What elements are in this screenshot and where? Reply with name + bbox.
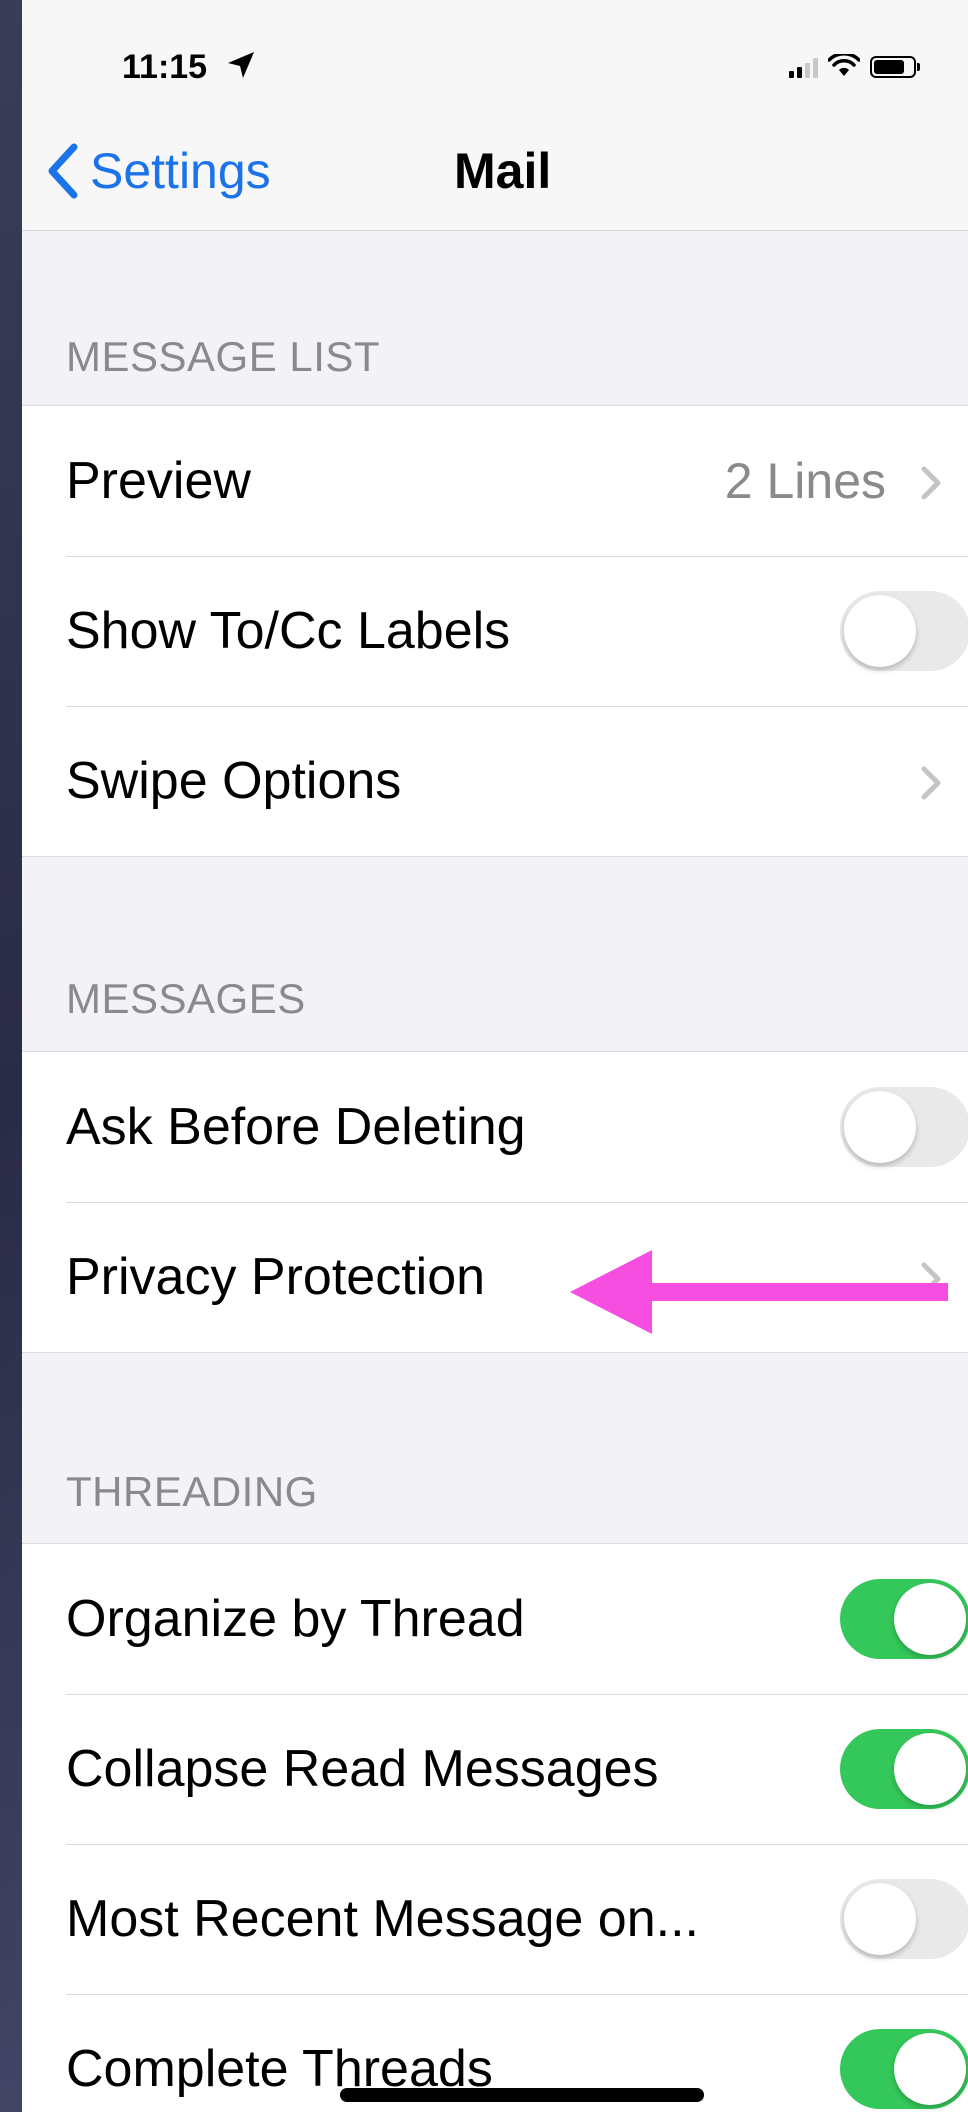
swipe-options-row[interactable]: Swipe Options [22, 706, 968, 856]
ask-before-deleting-row: Ask Before Deleting [22, 1052, 968, 1202]
annotation-arrow-icon [570, 1250, 948, 1334]
navigation-bar: Settings Mail [22, 120, 968, 231]
organize-by-thread-toggle[interactable] [840, 1579, 968, 1659]
section-header-messages: MESSAGES [66, 975, 306, 1022]
home-indicator [340, 2088, 704, 2102]
chevron-right-icon [921, 766, 941, 800]
signal-icon [789, 58, 818, 78]
organize-by-thread-label: Organize by Thread [66, 1590, 525, 1648]
complete-threads-toggle[interactable] [840, 2029, 968, 2109]
chevron-left-icon [48, 143, 78, 199]
organize-by-thread-row: Organize by Thread [22, 1544, 968, 1694]
show-to-cc-toggle[interactable] [840, 591, 968, 671]
collapse-read-messages-row: Collapse Read Messages [22, 1694, 968, 1844]
most-recent-message-toggle[interactable] [840, 1879, 968, 1959]
most-recent-message-row: Most Recent Message on... [22, 1844, 968, 1994]
threading-group: Organize by Thread Collapse Read Message… [22, 1543, 968, 2112]
section-header-threading: THREADING [66, 1468, 318, 1515]
message-list-group: Preview 2 Lines Show To/Cc Labels Swipe … [22, 405, 968, 857]
battery-icon [870, 56, 920, 78]
show-to-cc-row: Show To/Cc Labels [22, 556, 968, 706]
preview-label: Preview [66, 452, 251, 510]
wifi-icon [828, 54, 860, 76]
back-button[interactable]: Settings [42, 138, 271, 204]
phone-screen: 11:15 Settings Mail MESSAGE LIST Preview… [22, 0, 968, 2112]
preview-value: 2 Lines [724, 453, 886, 509]
ask-before-deleting-label: Ask Before Deleting [66, 1098, 526, 1156]
show-to-cc-label: Show To/Cc Labels [66, 602, 511, 660]
collapse-read-messages-label: Collapse Read Messages [66, 1740, 659, 1798]
collapse-read-messages-toggle[interactable] [840, 1729, 968, 1809]
section-header-message-list: MESSAGE LIST [66, 333, 381, 380]
preview-row[interactable]: Preview 2 Lines [22, 406, 968, 556]
ask-before-deleting-toggle[interactable] [840, 1087, 968, 1167]
status-icons [789, 54, 920, 78]
status-time: 11:15 [122, 48, 208, 86]
location-arrow-icon [228, 52, 254, 78]
back-label: Settings [90, 143, 271, 199]
swipe-options-label: Swipe Options [66, 752, 402, 810]
status-bar: 11:15 [22, 0, 968, 120]
chevron-right-icon [921, 466, 941, 500]
privacy-protection-label: Privacy Protection [66, 1248, 486, 1306]
page-title: Mail [454, 143, 552, 199]
most-recent-message-label: Most Recent Message on... [66, 1890, 699, 1948]
